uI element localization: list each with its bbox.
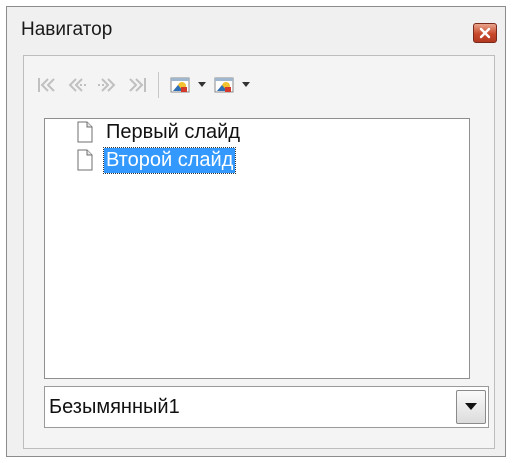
slide-page-icon — [77, 121, 93, 143]
first-icon — [38, 78, 55, 92]
next-icon — [98, 78, 116, 92]
chevron-down-icon — [198, 82, 206, 87]
first-slide-button[interactable] — [32, 70, 62, 100]
navigator-window: Навигатор Первый слайд Второй слайд Безы… — [6, 6, 506, 457]
drag-mode-button[interactable] — [165, 70, 195, 100]
navigator-toolbar — [32, 68, 486, 102]
navigator-panel: Первый слайд Второй слайд Безымянный1 — [23, 55, 495, 449]
shapes-icon — [214, 77, 234, 93]
tree-item-label: Первый слайд — [106, 120, 240, 143]
title-bar[interactable]: Навигатор — [7, 7, 505, 49]
document-select[interactable]: Безымянный1 — [44, 386, 489, 428]
shapes-button[interactable] — [209, 70, 239, 100]
last-slide-button[interactable] — [122, 70, 152, 100]
previous-icon — [68, 78, 86, 92]
next-slide-button[interactable] — [92, 70, 122, 100]
tree-item-second-slide[interactable]: Второй слайд — [75, 146, 237, 174]
toolbar-separator — [158, 72, 159, 98]
slide-tree[interactable]: Первый слайд Второй слайд — [44, 118, 470, 379]
document-select-dropdown-button[interactable] — [456, 390, 486, 424]
previous-slide-button[interactable] — [62, 70, 92, 100]
tree-item-label: Второй слайд — [102, 146, 237, 174]
last-icon — [129, 78, 146, 92]
close-button[interactable] — [473, 23, 497, 43]
drag-mode-icon — [170, 77, 190, 93]
chevron-down-icon — [242, 82, 250, 87]
document-select-value: Безымянный1 — [49, 396, 180, 418]
shapes-dropdown[interactable] — [239, 70, 253, 100]
window-title: Навигатор — [21, 19, 113, 40]
drag-mode-dropdown[interactable] — [195, 70, 209, 100]
chevron-down-icon — [465, 403, 477, 410]
close-icon — [479, 27, 491, 39]
tree-item-first-slide[interactable]: Первый слайд — [75, 119, 242, 145]
slide-page-icon — [77, 149, 93, 171]
